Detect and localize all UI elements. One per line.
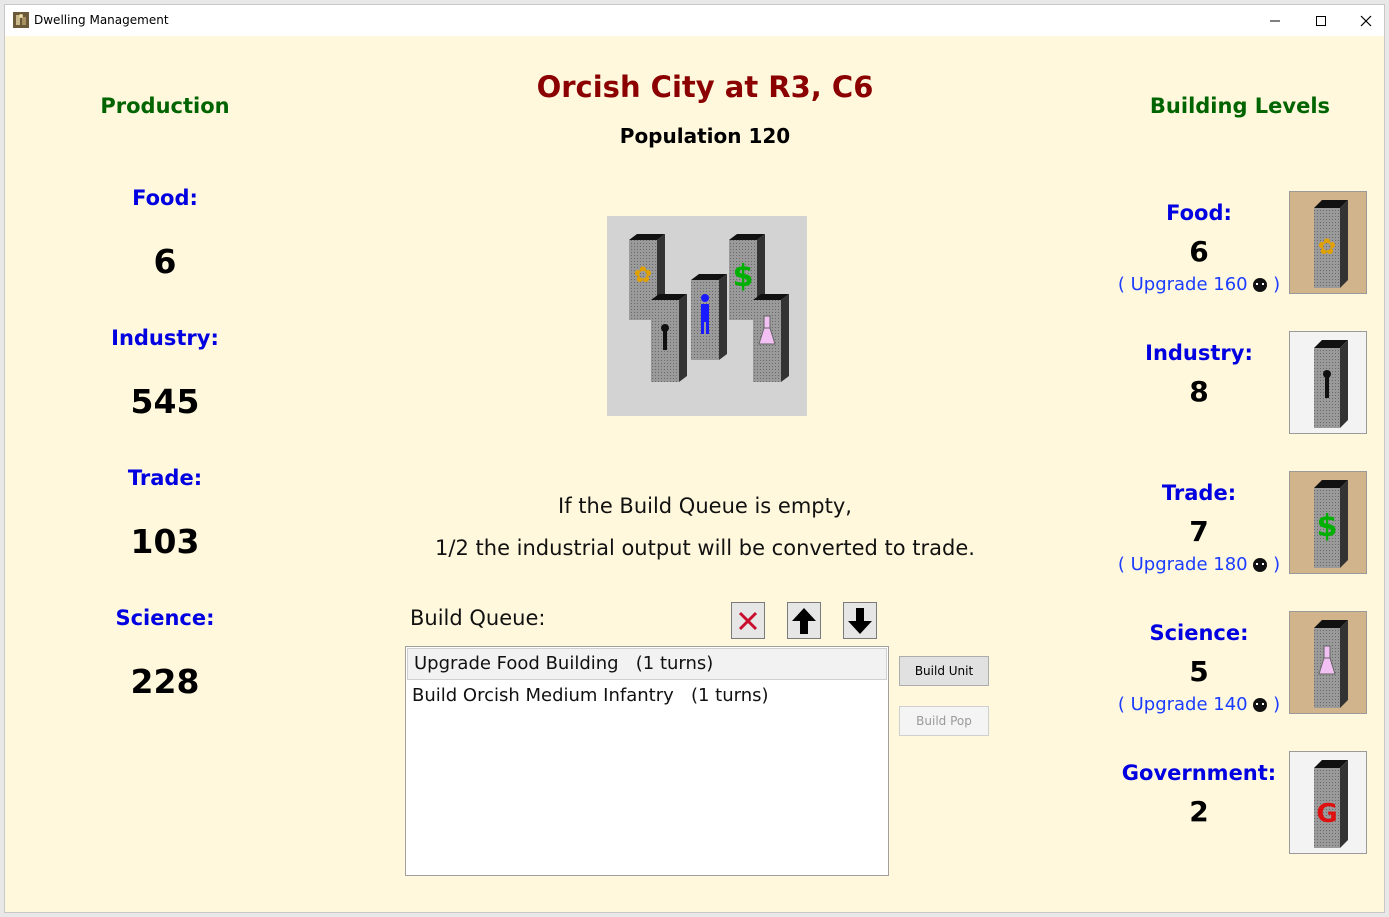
svg-text:✿: ✿ xyxy=(1318,235,1336,260)
maximize-icon xyxy=(1316,15,1326,26)
building-science-upgrade[interactable]: ( Upgrade 140 ) xyxy=(1099,694,1299,715)
close-button[interactable] xyxy=(1343,5,1389,36)
production-science-label: Science: xyxy=(115,606,215,630)
build-pop-button[interactable]: Build Pop xyxy=(899,706,989,736)
building-levels-heading: Building Levels xyxy=(1149,94,1331,118)
info-line-2: 1/2 the industrial output will be conver… xyxy=(435,536,975,560)
city-title: Orcish City at R3, C6 xyxy=(536,70,874,104)
production-food-label: Food: xyxy=(132,186,198,210)
window-title: Dwelling Management xyxy=(34,13,169,27)
minimize-icon xyxy=(1270,20,1280,21)
dwelling-content: Production Food: 6 Industry: 545 Trade: … xyxy=(5,36,1384,914)
svg-text:$: $ xyxy=(733,259,754,294)
build-queue-list[interactable]: Upgrade Food Building (1 turns) Build Or… xyxy=(405,646,889,876)
production-industry-label: Industry: xyxy=(111,326,219,350)
building-food-value: 6 xyxy=(1189,235,1209,268)
dwelling-management-window: Dwelling Management Production Food: 6 I… xyxy=(4,4,1385,913)
trade-building-icon: $ xyxy=(1289,471,1367,574)
city-buildings-image: ✿ $ xyxy=(607,216,807,416)
close-icon xyxy=(1360,15,1372,26)
building-government-label: Government: xyxy=(1121,761,1277,785)
orc-face-icon xyxy=(1253,558,1268,572)
building-industry-label: Industry: xyxy=(1145,341,1253,365)
production-food-value: 6 xyxy=(153,242,177,281)
building-food-upgrade[interactable]: ( Upgrade 160 ) xyxy=(1099,274,1299,295)
upgrade-cost-text: ( Upgrade 140 xyxy=(1117,694,1248,715)
building-industry-value: 8 xyxy=(1189,375,1209,408)
minimize-button[interactable] xyxy=(1252,5,1298,36)
production-heading: Production xyxy=(100,94,230,118)
queue-item[interactable]: Upgrade Food Building (1 turns) xyxy=(407,648,887,680)
building-trade-upgrade[interactable]: ( Upgrade 180 ) xyxy=(1099,554,1299,575)
building-science-value: 5 xyxy=(1189,655,1209,688)
building-science-label: Science: xyxy=(1149,621,1249,645)
move-down-button[interactable] xyxy=(843,602,877,639)
arrow-down-icon xyxy=(848,607,872,634)
science-building-icon xyxy=(1289,611,1367,714)
build-unit-button[interactable]: Build Unit xyxy=(899,656,989,686)
svg-text:$: $ xyxy=(1317,509,1338,544)
queue-item[interactable]: Build Orcish Medium Infantry (1 turns) xyxy=(406,681,888,711)
svg-text:✿: ✿ xyxy=(634,263,652,288)
production-trade-value: 103 xyxy=(130,522,200,561)
remove-queue-item-button[interactable] xyxy=(731,602,765,639)
upgrade-cost-text: ( Upgrade 180 xyxy=(1117,554,1248,575)
industry-building-icon xyxy=(1289,331,1367,434)
food-building-icon: ✿ xyxy=(1289,191,1367,294)
population-text: Population 120 xyxy=(619,124,791,148)
move-up-button[interactable] xyxy=(787,602,821,639)
upgrade-close-paren: ) xyxy=(1273,554,1281,575)
delete-x-icon xyxy=(738,611,758,630)
orc-face-icon xyxy=(1253,278,1268,292)
upgrade-cost-text: ( Upgrade 160 xyxy=(1117,274,1248,295)
building-trade-value: 7 xyxy=(1189,515,1209,548)
production-industry-value: 545 xyxy=(130,382,200,421)
svg-text:G: G xyxy=(1316,799,1337,829)
production-science-value: 228 xyxy=(130,662,200,701)
orc-face-icon xyxy=(1253,698,1268,712)
arrow-up-icon xyxy=(792,607,816,634)
build-queue-label: Build Queue: xyxy=(410,606,546,630)
upgrade-close-paren: ) xyxy=(1273,274,1281,295)
info-line-1: If the Build Queue is empty, xyxy=(558,494,852,518)
building-food-label: Food: xyxy=(1166,201,1232,225)
maximize-button[interactable] xyxy=(1298,5,1344,36)
upgrade-close-paren: ) xyxy=(1273,694,1281,715)
building-government-value: 2 xyxy=(1189,795,1209,828)
dwelling-icon xyxy=(13,12,29,28)
government-building-icon: G xyxy=(1289,751,1367,854)
building-trade-label: Trade: xyxy=(1161,481,1237,505)
production-trade-label: Trade: xyxy=(127,466,203,490)
title-bar: Dwelling Management xyxy=(5,5,1384,36)
